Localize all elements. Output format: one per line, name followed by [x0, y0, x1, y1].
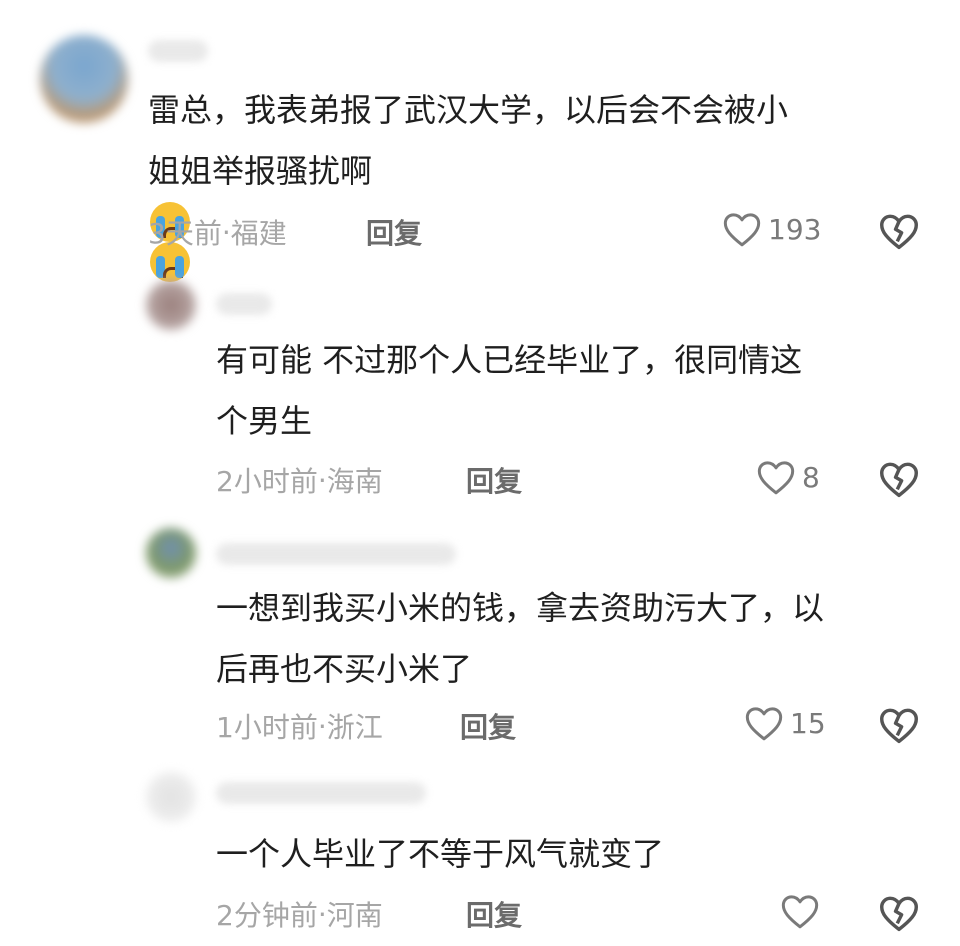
dislike-button[interactable]: [878, 460, 920, 498]
username[interactable]: [216, 293, 272, 315]
comment-time: 2分钟前: [216, 899, 318, 932]
username[interactable]: [216, 543, 456, 565]
avatar[interactable]: [40, 35, 128, 123]
comment-text: 一个人毕业了不等于风气就变了: [216, 824, 664, 885]
avatar[interactable]: [146, 528, 196, 578]
avatar[interactable]: [146, 280, 196, 330]
comment-text: 一想到我买小米的钱，拿去资助污大了，以 后再也不买小米了: [216, 578, 824, 700]
like-button[interactable]: 8: [756, 458, 820, 496]
comment-text-line: 雷总，我表弟报了武汉大学，以后会不会被小: [148, 91, 789, 129]
comment-meta: 2小时前 · 海南: [216, 460, 383, 500]
broken-heart-outline-icon: [878, 212, 920, 250]
comment-location: 河南: [326, 899, 383, 932]
comment-meta: 1小时前 · 浙江: [216, 706, 383, 746]
comment-time: 2小时前: [216, 465, 318, 498]
reply-button[interactable]: 回复: [466, 460, 522, 500]
comment-text-line: 后再也不买小米了: [216, 650, 473, 688]
comment-text-line: 一个人毕业了不等于风气就变了: [216, 835, 665, 873]
broken-heart-outline-icon: [878, 894, 920, 932]
heart-outline-icon: [756, 458, 796, 496]
like-button[interactable]: 193: [722, 210, 821, 248]
like-count: 193: [768, 212, 822, 246]
comment-meta: 3天前 · 福建: [148, 212, 287, 252]
meta-separator: ·: [317, 709, 327, 743]
like-button[interactable]: [780, 892, 826, 930]
username[interactable]: [148, 40, 208, 62]
like-count: 8: [802, 460, 820, 494]
meta-separator: ·: [317, 463, 327, 497]
reply-item: 一想到我买小米的钱，拿去资助污大了，以 后再也不买小米了 1小时前 · 浙江 回…: [0, 510, 960, 758]
reply-button[interactable]: 回复: [466, 894, 522, 934]
reply-button[interactable]: 回复: [366, 212, 422, 252]
reply-item: 有可能 不过那个人已经毕业了，很同情这 个男生 2小时前 · 海南 回复 8: [0, 260, 960, 510]
comment-location: 浙江: [326, 711, 383, 744]
comment-item: 雷总，我表弟报了武汉大学，以后会不会被小 姐姐举报骚扰啊 3天前 · 福建 回复…: [0, 0, 960, 282]
heart-outline-icon: [722, 210, 762, 248]
comment-location: 福建: [230, 217, 287, 250]
broken-heart-outline-icon: [878, 706, 920, 744]
comment-meta: 2分钟前 · 河南: [216, 894, 383, 934]
like-button[interactable]: 15: [744, 704, 826, 742]
comment-location: 海南: [326, 465, 383, 498]
comment-time: 1小时前: [216, 711, 318, 744]
meta-separator: ·: [221, 215, 231, 249]
heart-outline-icon: [780, 892, 820, 930]
dislike-button[interactable]: [878, 706, 920, 744]
comment-text-line: 有可能 不过那个人已经毕业了，很同情这: [216, 341, 803, 379]
dislike-button[interactable]: [878, 894, 920, 932]
comment-text: 有可能 不过那个人已经毕业了，很同情这 个男生: [216, 330, 802, 452]
comment-time: 3天前: [148, 217, 222, 250]
like-count: 15: [790, 706, 826, 740]
broken-heart-outline-icon: [878, 460, 920, 498]
reply-button[interactable]: 回复: [460, 706, 516, 746]
comment-text-line: 个男生: [216, 402, 313, 440]
dislike-button[interactable]: [878, 212, 920, 250]
username[interactable]: [216, 782, 426, 804]
comment-text-line: 一想到我买小米的钱，拿去资助污大了，以: [216, 589, 825, 627]
meta-separator: ·: [317, 897, 327, 931]
reply-item: 一个人毕业了不等于风气就变了 2分钟前 · 河南 回复: [0, 758, 960, 946]
heart-outline-icon: [744, 704, 784, 742]
avatar[interactable]: [146, 772, 196, 822]
